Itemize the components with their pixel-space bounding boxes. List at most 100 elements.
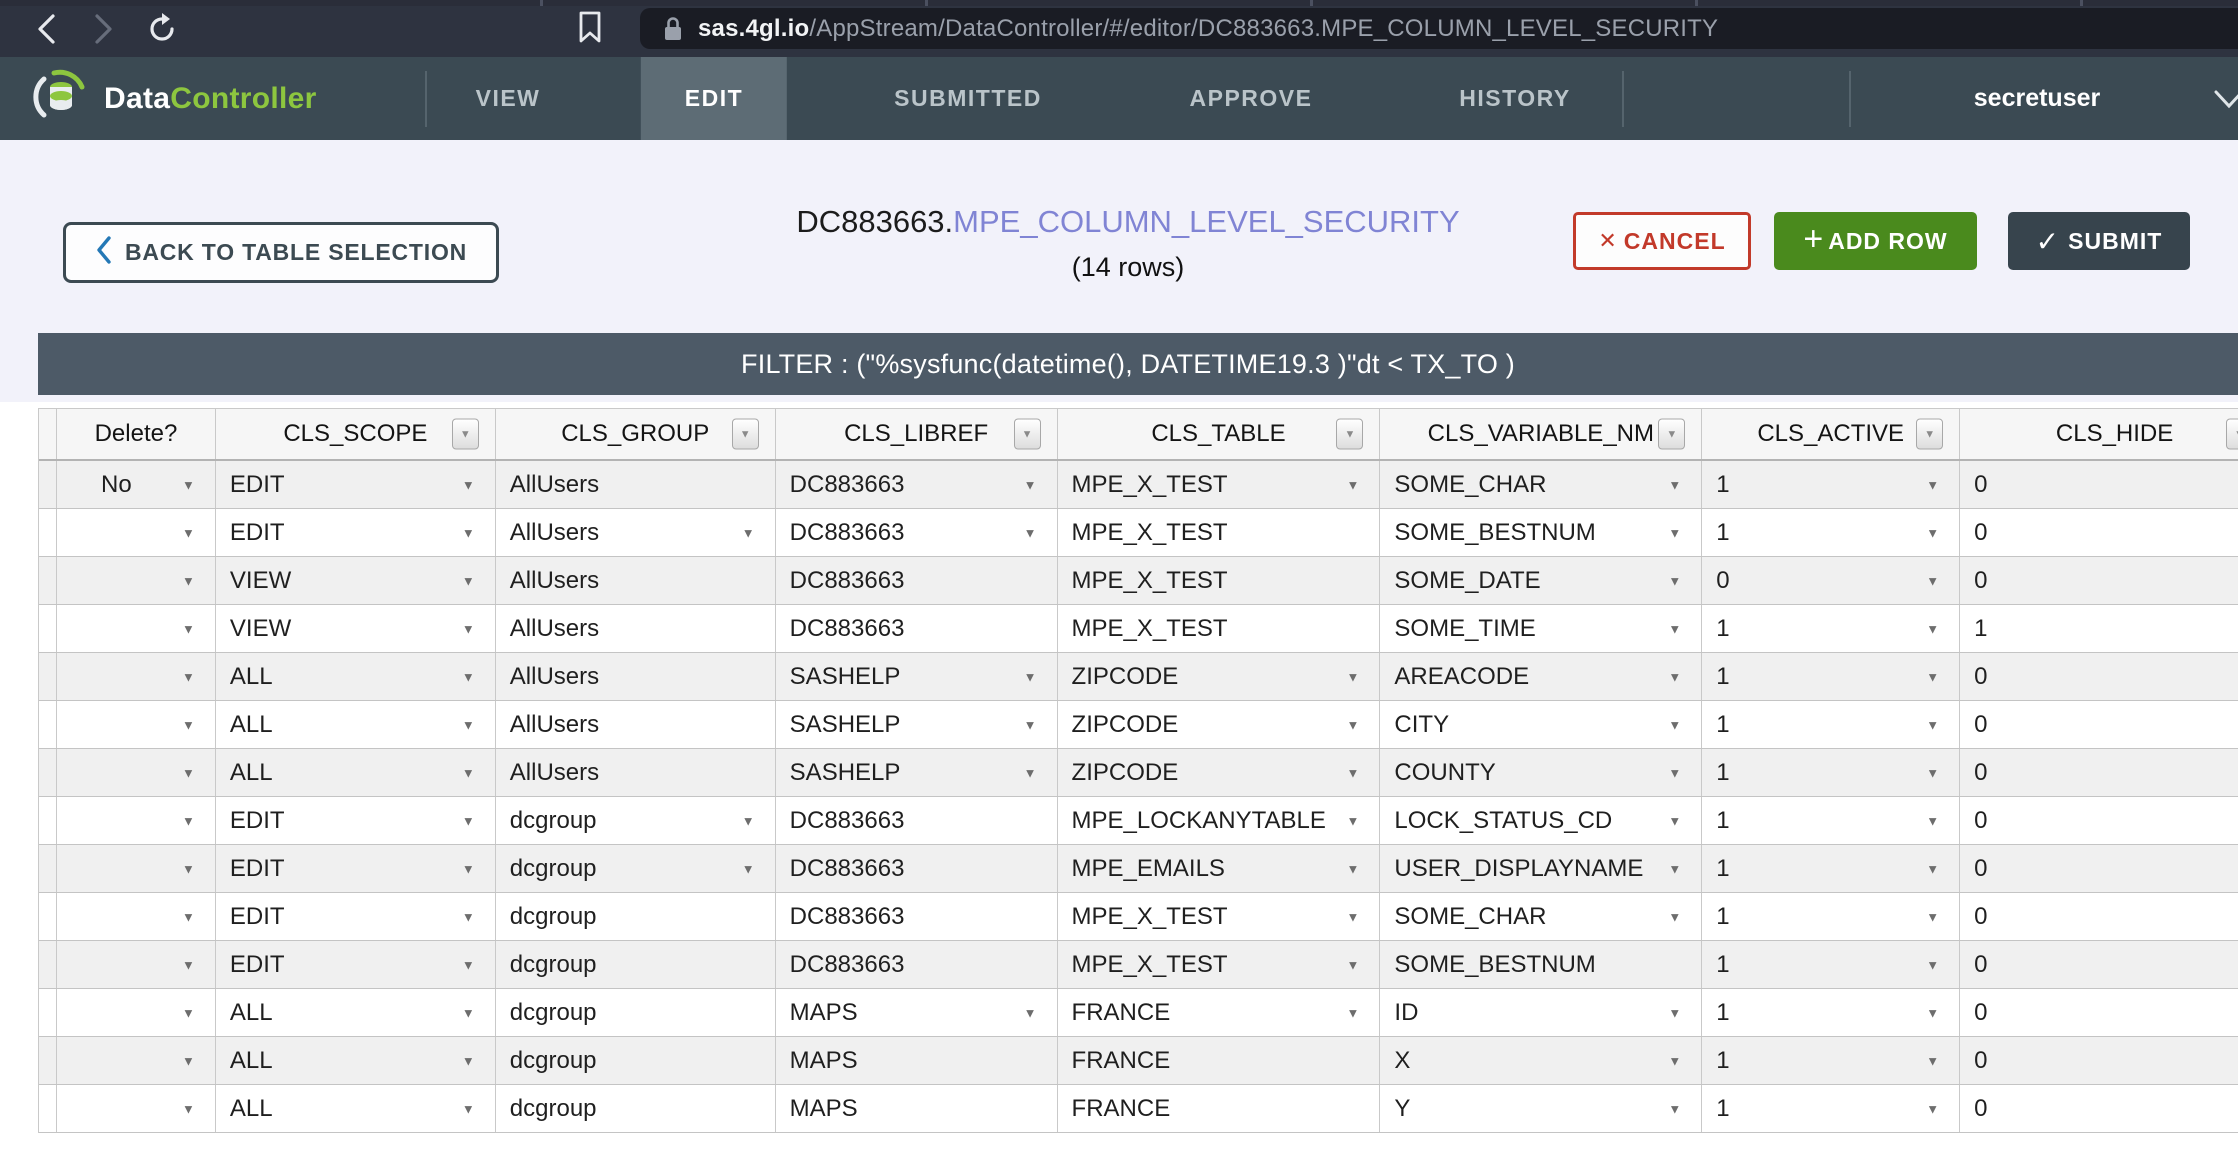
cell-cls_variable_nm[interactable]: SOME_TIME▼ xyxy=(1380,605,1702,652)
cell-dropdown-arrow-icon[interactable]: ▼ xyxy=(462,1005,475,1020)
cell-dropdown-arrow-icon[interactable]: ▼ xyxy=(182,765,195,780)
row-handle[interactable] xyxy=(39,461,57,508)
cell-cls_libref[interactable]: DC883663 xyxy=(776,797,1058,844)
cell-cls_hide[interactable]: 0▼ xyxy=(1960,509,2238,556)
column-filter-button[interactable]: ▼ xyxy=(1658,419,1685,450)
column-filter-button[interactable]: ▼ xyxy=(732,419,759,450)
cell-dropdown-arrow-icon[interactable]: ▼ xyxy=(1926,813,1939,828)
cell-cls_variable_nm[interactable]: SOME_BESTNUM xyxy=(1380,941,1702,988)
cell-dropdown-arrow-icon[interactable]: ▼ xyxy=(1926,1005,1939,1020)
cell-dropdown-arrow-icon[interactable]: ▼ xyxy=(1668,1005,1681,1020)
cell-cls_scope[interactable]: ALL▼ xyxy=(216,653,496,700)
cell-cls_group[interactable]: dcgroup xyxy=(496,941,776,988)
cell-cls_variable_nm[interactable]: USER_DISPLAYNAME▼ xyxy=(1380,845,1702,892)
cell-cls_table[interactable]: MPE_X_TEST xyxy=(1058,557,1381,604)
cell-dropdown-arrow-icon[interactable]: ▼ xyxy=(1668,909,1681,924)
column-filter-button[interactable]: ▼ xyxy=(1336,419,1363,450)
cell-dropdown-arrow-icon[interactable]: ▼ xyxy=(1347,717,1360,732)
cell-cls_scope[interactable]: VIEW▼ xyxy=(216,605,496,652)
cell-cls_variable_nm[interactable]: SOME_DATE▼ xyxy=(1380,557,1702,604)
bookmark-icon[interactable] xyxy=(578,11,602,48)
cell-dropdown-arrow-icon[interactable]: ▼ xyxy=(462,957,475,972)
cell-cls_variable_nm[interactable]: SOME_CHAR▼ xyxy=(1380,893,1702,940)
cell-delete[interactable]: ▼ xyxy=(57,509,216,556)
tab-submitted[interactable]: SUBMITTED xyxy=(850,57,1086,140)
cell-dropdown-arrow-icon[interactable]: ▼ xyxy=(1347,477,1360,492)
cell-cls_hide[interactable]: 0▼ xyxy=(1960,557,2238,604)
cell-cls_group[interactable]: dcgroup xyxy=(496,1085,776,1132)
cell-dropdown-arrow-icon[interactable]: ▼ xyxy=(462,1101,475,1116)
cell-cls_scope[interactable]: ALL▼ xyxy=(216,989,496,1036)
cell-dropdown-arrow-icon[interactable]: ▼ xyxy=(742,525,755,540)
cell-cls_variable_nm[interactable]: X▼ xyxy=(1380,1037,1702,1084)
cell-dropdown-arrow-icon[interactable]: ▼ xyxy=(1926,573,1939,588)
row-handle[interactable] xyxy=(39,1037,57,1084)
cell-dropdown-arrow-icon[interactable]: ▼ xyxy=(1926,477,1939,492)
submit-button[interactable]: ✓ SUBMIT xyxy=(2008,212,2190,270)
cell-cls_variable_nm[interactable]: ID▼ xyxy=(1380,989,1702,1036)
cell-cls_scope[interactable]: EDIT▼ xyxy=(216,941,496,988)
tab-view[interactable]: VIEW xyxy=(432,57,585,140)
cell-dropdown-arrow-icon[interactable]: ▼ xyxy=(1926,765,1939,780)
cell-delete[interactable]: ▼ xyxy=(57,989,216,1036)
cell-dropdown-arrow-icon[interactable]: ▼ xyxy=(1668,477,1681,492)
cell-cls_scope[interactable]: ALL▼ xyxy=(216,701,496,748)
cell-dropdown-arrow-icon[interactable]: ▼ xyxy=(1926,717,1939,732)
cell-dropdown-arrow-icon[interactable]: ▼ xyxy=(182,621,195,636)
cell-dropdown-arrow-icon[interactable]: ▼ xyxy=(182,669,195,684)
cell-cls_variable_nm[interactable]: CITY▼ xyxy=(1380,701,1702,748)
cell-cls_libref[interactable]: SASHELP▼ xyxy=(776,749,1058,796)
cell-delete[interactable]: ▼ xyxy=(57,797,216,844)
cell-cls_table[interactable]: MPE_X_TEST xyxy=(1058,509,1381,556)
cell-delete[interactable]: No▼ xyxy=(57,461,216,508)
row-handle[interactable] xyxy=(39,557,57,604)
user-menu[interactable]: secretuser xyxy=(1974,57,2100,140)
column-filter-button[interactable]: ▼ xyxy=(452,419,479,450)
cell-dropdown-arrow-icon[interactable]: ▼ xyxy=(1347,861,1360,876)
cell-cls_table[interactable]: MPE_EMAILS▼ xyxy=(1058,845,1381,892)
cell-cls_hide[interactable]: 1▼ xyxy=(1960,605,2238,652)
cell-cls_group[interactable]: AllUsers xyxy=(496,701,776,748)
cell-cls_scope[interactable]: ALL▼ xyxy=(216,749,496,796)
cell-cls_libref[interactable]: DC883663▼ xyxy=(776,461,1058,508)
cell-dropdown-arrow-icon[interactable]: ▼ xyxy=(182,1053,195,1068)
cell-dropdown-arrow-icon[interactable]: ▼ xyxy=(1347,669,1360,684)
cell-dropdown-arrow-icon[interactable]: ▼ xyxy=(1926,1101,1939,1116)
cell-dropdown-arrow-icon[interactable]: ▼ xyxy=(1668,1101,1681,1116)
cell-delete[interactable]: ▼ xyxy=(57,893,216,940)
cell-cls_active[interactable]: 1▼ xyxy=(1702,1085,1960,1132)
cell-cls_table[interactable]: ZIPCODE▼ xyxy=(1058,749,1381,796)
cell-cls_group[interactable]: dcgroup xyxy=(496,1037,776,1084)
cell-cls_active[interactable]: 1▼ xyxy=(1702,941,1960,988)
cell-cls_hide[interactable]: 0▼ xyxy=(1960,941,2238,988)
cell-cls_libref[interactable]: MAPS▼ xyxy=(776,989,1058,1036)
cell-dropdown-arrow-icon[interactable]: ▼ xyxy=(1926,957,1939,972)
cell-cls_group[interactable]: AllUsers xyxy=(496,653,776,700)
tab-approve[interactable]: APPROVE xyxy=(1146,57,1357,140)
cell-dropdown-arrow-icon[interactable]: ▼ xyxy=(1926,909,1939,924)
cell-cls_active[interactable]: 1▼ xyxy=(1702,797,1960,844)
cell-cls_variable_nm[interactable]: AREACODE▼ xyxy=(1380,653,1702,700)
cell-dropdown-arrow-icon[interactable]: ▼ xyxy=(1347,909,1360,924)
cell-cls_active[interactable]: 1▼ xyxy=(1702,1037,1960,1084)
cell-dropdown-arrow-icon[interactable]: ▼ xyxy=(182,957,195,972)
cell-cls_active[interactable]: 1▼ xyxy=(1702,653,1960,700)
cell-cls_group[interactable]: dcgroup▼ xyxy=(496,797,776,844)
cell-cls_libref[interactable]: DC883663 xyxy=(776,941,1058,988)
cell-dropdown-arrow-icon[interactable]: ▼ xyxy=(1926,525,1939,540)
cell-cls_libref[interactable]: DC883663 xyxy=(776,893,1058,940)
cell-cls_hide[interactable]: 0▼ xyxy=(1960,989,2238,1036)
cell-dropdown-arrow-icon[interactable]: ▼ xyxy=(742,813,755,828)
cell-dropdown-arrow-icon[interactable]: ▼ xyxy=(1024,1005,1037,1020)
cell-dropdown-arrow-icon[interactable]: ▼ xyxy=(742,861,755,876)
cell-dropdown-arrow-icon[interactable]: ▼ xyxy=(1668,813,1681,828)
cell-cls_group[interactable]: AllUsers xyxy=(496,605,776,652)
cell-dropdown-arrow-icon[interactable]: ▼ xyxy=(1024,669,1037,684)
column-filter-button[interactable]: ▼ xyxy=(1916,419,1943,450)
cell-dropdown-arrow-icon[interactable]: ▼ xyxy=(1668,621,1681,636)
cell-dropdown-arrow-icon[interactable]: ▼ xyxy=(462,669,475,684)
row-handle[interactable] xyxy=(39,941,57,988)
cell-dropdown-arrow-icon[interactable]: ▼ xyxy=(182,909,195,924)
cell-delete[interactable]: ▼ xyxy=(57,845,216,892)
cell-cls_hide[interactable]: 0▼ xyxy=(1960,1037,2238,1084)
